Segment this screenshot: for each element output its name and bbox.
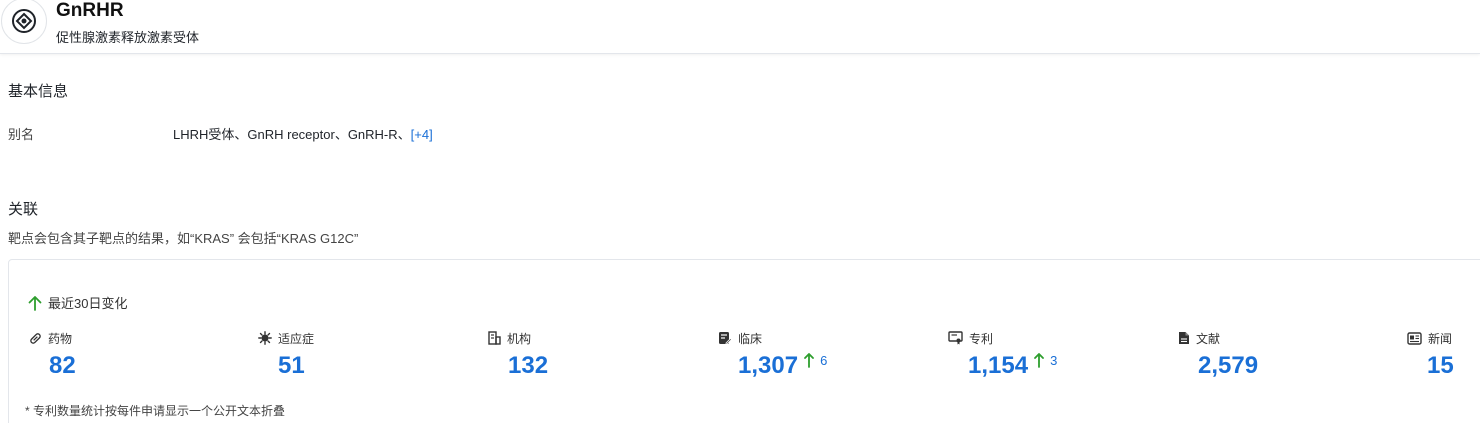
stat-delta: 3 bbox=[1034, 352, 1057, 368]
stat-value[interactable]: 82 bbox=[49, 352, 76, 380]
stat-value[interactable]: 1,154 bbox=[968, 352, 1028, 380]
recent-change-label: 最近30日变化 bbox=[48, 296, 128, 311]
stat-label: 专利 bbox=[969, 331, 994, 346]
target-header: GnRHR 促性腺激素释放激素受体 bbox=[0, 0, 1480, 54]
stat-organizations[interactable]: 机构 132 bbox=[488, 329, 688, 380]
related-title: 关联 bbox=[8, 201, 39, 218]
arrow-up-icon bbox=[28, 295, 42, 311]
alias-more-link[interactable]: [+4] bbox=[411, 127, 433, 142]
recent-change-row: 最近30日变化 bbox=[28, 293, 127, 312]
basic-info-title: 基本信息 bbox=[8, 83, 69, 100]
stat-news[interactable]: 新闻 15 bbox=[1407, 329, 1480, 380]
newspaper-icon bbox=[1407, 331, 1422, 345]
stat-indications[interactable]: 适应症 51 bbox=[258, 329, 458, 380]
document-icon bbox=[1179, 332, 1189, 344]
stat-label: 临床 bbox=[738, 331, 763, 346]
stat-delta-value: 3 bbox=[1050, 352, 1058, 368]
stat-label: 适应症 bbox=[278, 331, 315, 346]
patent-footnote: * 专利数量统计按每件申请显示一个公开文本折叠 bbox=[25, 404, 286, 418]
increase-arrow-icon bbox=[1034, 353, 1044, 368]
stat-label: 新闻 bbox=[1428, 331, 1453, 346]
alias-label: 别名 bbox=[8, 127, 35, 142]
stat-delta-value: 6 bbox=[820, 352, 828, 368]
stat-value[interactable]: 132 bbox=[508, 352, 548, 380]
certificate-icon bbox=[948, 331, 963, 345]
building-icon bbox=[488, 331, 501, 345]
page-subtitle: 促性腺激素释放激素受体 bbox=[56, 30, 200, 45]
target-icon bbox=[12, 9, 36, 33]
stat-patents[interactable]: 专利 1,154 3 bbox=[948, 329, 1148, 380]
stat-value[interactable]: 1,307 bbox=[738, 352, 798, 380]
increase-arrow-icon bbox=[804, 353, 814, 368]
stat-label: 文献 bbox=[1196, 331, 1221, 346]
target-logo bbox=[1, 0, 47, 44]
stat-delta: 6 bbox=[804, 352, 827, 368]
related-description: 靶点会包含其子靶点的结果，如“KRAS” 会包括“KRAS G12C” bbox=[8, 231, 359, 246]
clipboard-edit-icon bbox=[719, 332, 732, 345]
stat-label: 药物 bbox=[48, 331, 73, 346]
stat-value[interactable]: 2,579 bbox=[1198, 352, 1258, 380]
alias-text: LHRH受体、GnRH receptor、GnRH-R、 bbox=[173, 127, 411, 142]
page-title: GnRHR bbox=[56, 0, 124, 21]
pill-icon bbox=[30, 332, 41, 344]
stat-value[interactable]: 51 bbox=[278, 352, 305, 380]
stat-clinical[interactable]: 临床 1,307 6 bbox=[718, 329, 918, 380]
stat-drugs[interactable]: 药物 82 bbox=[29, 329, 229, 380]
stat-value[interactable]: 15 bbox=[1427, 352, 1454, 380]
alias-value: LHRH受体、GnRH receptor、GnRH-R、[+4] bbox=[173, 124, 433, 143]
virus-icon bbox=[258, 331, 272, 345]
stat-label: 机构 bbox=[507, 331, 532, 346]
stat-literature[interactable]: 文献 2,579 bbox=[1178, 329, 1378, 380]
